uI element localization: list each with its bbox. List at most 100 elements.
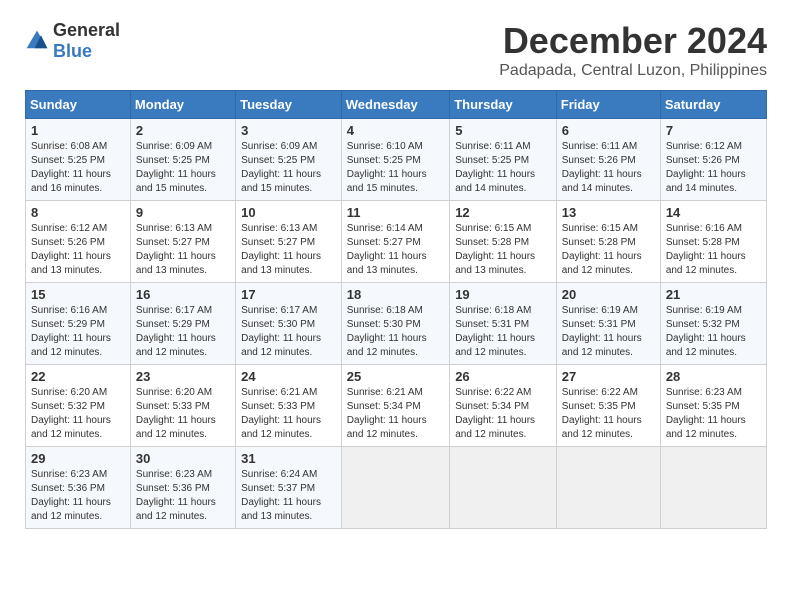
day-info: Sunrise: 6:18 AMSunset: 5:30 PMDaylight:…: [347, 305, 427, 358]
day-info: Sunrise: 6:12 AMSunset: 5:26 PMDaylight:…: [666, 141, 746, 194]
month-title: December 2024: [499, 20, 767, 62]
day-number: 25: [347, 369, 444, 384]
day-cell: 16 Sunrise: 6:17 AMSunset: 5:29 PMDaylig…: [130, 283, 235, 365]
calendar-table: Sunday Monday Tuesday Wednesday Thursday…: [25, 90, 767, 529]
day-number: 7: [666, 123, 761, 138]
day-info: Sunrise: 6:11 AMSunset: 5:26 PMDaylight:…: [562, 141, 642, 194]
day-info: Sunrise: 6:09 AMSunset: 5:25 PMDaylight:…: [136, 141, 216, 194]
logo: General Blue: [25, 20, 120, 62]
col-sunday: Sunday: [26, 91, 131, 119]
day-cell: 21 Sunrise: 6:19 AMSunset: 5:32 PMDaylig…: [660, 283, 766, 365]
day-info: Sunrise: 6:21 AMSunset: 5:34 PMDaylight:…: [347, 387, 427, 440]
day-info: Sunrise: 6:12 AMSunset: 5:26 PMDaylight:…: [31, 223, 111, 276]
calendar-body: 1 Sunrise: 6:08 AMSunset: 5:25 PMDayligh…: [26, 119, 767, 529]
logo-general: General: [53, 20, 120, 40]
day-info: Sunrise: 6:08 AMSunset: 5:25 PMDaylight:…: [31, 141, 111, 194]
day-cell: [660, 447, 766, 529]
col-monday: Monday: [130, 91, 235, 119]
day-info: Sunrise: 6:13 AMSunset: 5:27 PMDaylight:…: [241, 223, 321, 276]
day-info: Sunrise: 6:20 AMSunset: 5:33 PMDaylight:…: [136, 387, 216, 440]
day-cell: 29 Sunrise: 6:23 AMSunset: 5:36 PMDaylig…: [26, 447, 131, 529]
day-number: 20: [562, 287, 655, 302]
week-row-1: 1 Sunrise: 6:08 AMSunset: 5:25 PMDayligh…: [26, 119, 767, 201]
day-info: Sunrise: 6:15 AMSunset: 5:28 PMDaylight:…: [562, 223, 642, 276]
day-cell: 28 Sunrise: 6:23 AMSunset: 5:35 PMDaylig…: [660, 365, 766, 447]
day-cell: 23 Sunrise: 6:20 AMSunset: 5:33 PMDaylig…: [130, 365, 235, 447]
day-cell: 4 Sunrise: 6:10 AMSunset: 5:25 PMDayligh…: [341, 119, 449, 201]
day-info: Sunrise: 6:14 AMSunset: 5:27 PMDaylight:…: [347, 223, 427, 276]
day-cell: 10 Sunrise: 6:13 AMSunset: 5:27 PMDaylig…: [236, 201, 342, 283]
day-number: 13: [562, 205, 655, 220]
day-number: 9: [136, 205, 230, 220]
day-cell: 24 Sunrise: 6:21 AMSunset: 5:33 PMDaylig…: [236, 365, 342, 447]
day-info: Sunrise: 6:24 AMSunset: 5:37 PMDaylight:…: [241, 469, 321, 522]
location-title: Padapada, Central Luzon, Philippines: [499, 62, 767, 80]
day-info: Sunrise: 6:13 AMSunset: 5:27 PMDaylight:…: [136, 223, 216, 276]
day-number: 21: [666, 287, 761, 302]
day-cell: 26 Sunrise: 6:22 AMSunset: 5:34 PMDaylig…: [450, 365, 557, 447]
day-cell: 13 Sunrise: 6:15 AMSunset: 5:28 PMDaylig…: [556, 201, 660, 283]
day-info: Sunrise: 6:15 AMSunset: 5:28 PMDaylight:…: [455, 223, 535, 276]
day-cell: 7 Sunrise: 6:12 AMSunset: 5:26 PMDayligh…: [660, 119, 766, 201]
day-cell: [341, 447, 449, 529]
day-cell: 12 Sunrise: 6:15 AMSunset: 5:28 PMDaylig…: [450, 201, 557, 283]
day-cell: 31 Sunrise: 6:24 AMSunset: 5:37 PMDaylig…: [236, 447, 342, 529]
day-number: 18: [347, 287, 444, 302]
day-number: 23: [136, 369, 230, 384]
day-info: Sunrise: 6:23 AMSunset: 5:36 PMDaylight:…: [136, 469, 216, 522]
day-cell: 6 Sunrise: 6:11 AMSunset: 5:26 PMDayligh…: [556, 119, 660, 201]
day-cell: 14 Sunrise: 6:16 AMSunset: 5:28 PMDaylig…: [660, 201, 766, 283]
week-row-4: 22 Sunrise: 6:20 AMSunset: 5:32 PMDaylig…: [26, 365, 767, 447]
day-number: 22: [31, 369, 125, 384]
col-wednesday: Wednesday: [341, 91, 449, 119]
col-tuesday: Tuesday: [236, 91, 342, 119]
day-number: 30: [136, 451, 230, 466]
logo-icon: [25, 29, 49, 53]
day-info: Sunrise: 6:11 AMSunset: 5:25 PMDaylight:…: [455, 141, 535, 194]
day-cell: [556, 447, 660, 529]
day-cell: 17 Sunrise: 6:17 AMSunset: 5:30 PMDaylig…: [236, 283, 342, 365]
day-number: 15: [31, 287, 125, 302]
day-info: Sunrise: 6:22 AMSunset: 5:34 PMDaylight:…: [455, 387, 535, 440]
col-saturday: Saturday: [660, 91, 766, 119]
day-number: 29: [31, 451, 125, 466]
header-row: Sunday Monday Tuesday Wednesday Thursday…: [26, 91, 767, 119]
day-cell: 18 Sunrise: 6:18 AMSunset: 5:30 PMDaylig…: [341, 283, 449, 365]
day-cell: 19 Sunrise: 6:18 AMSunset: 5:31 PMDaylig…: [450, 283, 557, 365]
day-info: Sunrise: 6:23 AMSunset: 5:36 PMDaylight:…: [31, 469, 111, 522]
day-info: Sunrise: 6:23 AMSunset: 5:35 PMDaylight:…: [666, 387, 746, 440]
day-info: Sunrise: 6:18 AMSunset: 5:31 PMDaylight:…: [455, 305, 535, 358]
day-number: 19: [455, 287, 551, 302]
day-cell: 5 Sunrise: 6:11 AMSunset: 5:25 PMDayligh…: [450, 119, 557, 201]
col-thursday: Thursday: [450, 91, 557, 119]
day-cell: 30 Sunrise: 6:23 AMSunset: 5:36 PMDaylig…: [130, 447, 235, 529]
col-friday: Friday: [556, 91, 660, 119]
day-cell: 11 Sunrise: 6:14 AMSunset: 5:27 PMDaylig…: [341, 201, 449, 283]
day-info: Sunrise: 6:22 AMSunset: 5:35 PMDaylight:…: [562, 387, 642, 440]
day-info: Sunrise: 6:09 AMSunset: 5:25 PMDaylight:…: [241, 141, 321, 194]
day-info: Sunrise: 6:10 AMSunset: 5:25 PMDaylight:…: [347, 141, 427, 194]
day-info: Sunrise: 6:16 AMSunset: 5:28 PMDaylight:…: [666, 223, 746, 276]
week-row-5: 29 Sunrise: 6:23 AMSunset: 5:36 PMDaylig…: [26, 447, 767, 529]
day-cell: 1 Sunrise: 6:08 AMSunset: 5:25 PMDayligh…: [26, 119, 131, 201]
day-info: Sunrise: 6:17 AMSunset: 5:29 PMDaylight:…: [136, 305, 216, 358]
day-number: 28: [666, 369, 761, 384]
day-cell: 9 Sunrise: 6:13 AMSunset: 5:27 PMDayligh…: [130, 201, 235, 283]
day-info: Sunrise: 6:19 AMSunset: 5:31 PMDaylight:…: [562, 305, 642, 358]
day-info: Sunrise: 6:16 AMSunset: 5:29 PMDaylight:…: [31, 305, 111, 358]
day-info: Sunrise: 6:17 AMSunset: 5:30 PMDaylight:…: [241, 305, 321, 358]
day-number: 31: [241, 451, 336, 466]
day-info: Sunrise: 6:21 AMSunset: 5:33 PMDaylight:…: [241, 387, 321, 440]
day-number: 6: [562, 123, 655, 138]
day-number: 3: [241, 123, 336, 138]
day-number: 2: [136, 123, 230, 138]
day-number: 5: [455, 123, 551, 138]
day-number: 11: [347, 205, 444, 220]
day-cell: 25 Sunrise: 6:21 AMSunset: 5:34 PMDaylig…: [341, 365, 449, 447]
day-number: 16: [136, 287, 230, 302]
week-row-3: 15 Sunrise: 6:16 AMSunset: 5:29 PMDaylig…: [26, 283, 767, 365]
logo-blue: Blue: [53, 41, 92, 61]
day-info: Sunrise: 6:19 AMSunset: 5:32 PMDaylight:…: [666, 305, 746, 358]
day-cell: 3 Sunrise: 6:09 AMSunset: 5:25 PMDayligh…: [236, 119, 342, 201]
day-number: 10: [241, 205, 336, 220]
